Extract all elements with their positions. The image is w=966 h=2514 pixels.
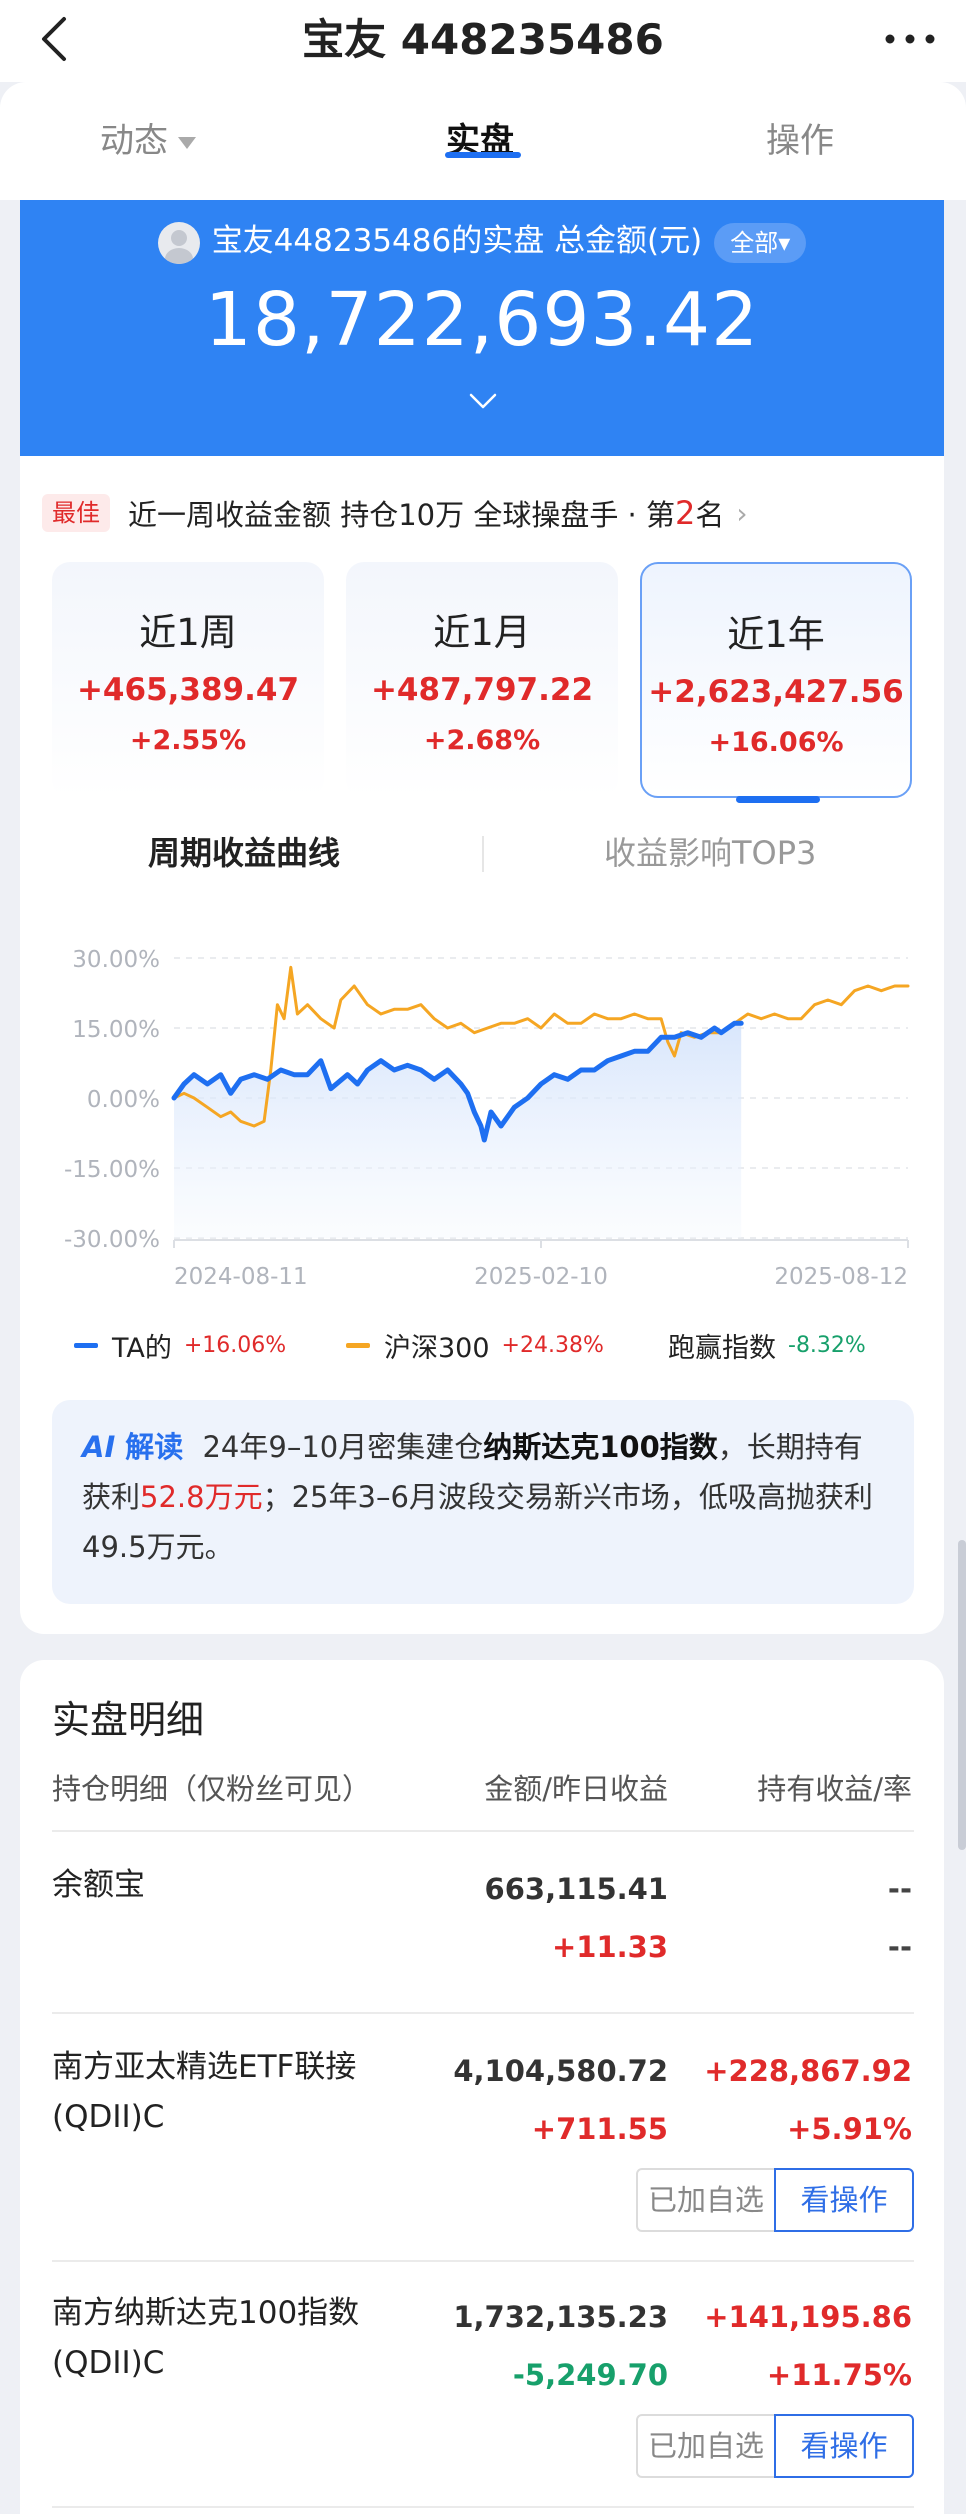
period-card-week[interactable]: 近1周 +465,389.47 +2.55% [52, 562, 324, 798]
ai-logo-icon: AI [82, 1430, 116, 1464]
header-holdings: 持仓明细（仅粉丝可见） [52, 1772, 372, 1806]
holding-name[interactable]: 余额宝 [52, 1860, 412, 1910]
more-dots-icon[interactable] [880, 24, 940, 54]
view-operations-button[interactable]: 看操作 [774, 2168, 914, 2232]
divider [52, 2506, 914, 2508]
period-label: 近1月 [433, 611, 531, 654]
divider [52, 1830, 914, 1832]
divider [482, 836, 484, 872]
period-label: 近1周 [139, 611, 237, 654]
holding-name[interactable]: 南方纳斯达克100指数(QDII)C [52, 2288, 412, 2388]
section-title: 实盘明细 [52, 1698, 205, 1742]
active-tab-indicator [445, 152, 521, 158]
ta-series-area [174, 1023, 742, 1238]
legend-item-outperform: 跑赢指数 -8.32% [668, 1333, 866, 1364]
holding-yesterday: +11.33 [551, 1930, 668, 1964]
period-amount: +2,623,427.56 [648, 674, 904, 710]
filter-dropdown[interactable]: 全部▾ [714, 222, 807, 263]
y-tick-label: -30.00% [64, 1227, 160, 1253]
tab-dynamics[interactable]: 动态 [100, 116, 196, 166]
caret-down-icon [178, 136, 196, 149]
x-tick-label: 2025-08-12 [774, 1264, 908, 1290]
tab-top3-impact[interactable]: 收益影响TOP3 [604, 828, 816, 878]
y-tick-label: 0.00% [87, 1087, 160, 1113]
holding-name[interactable]: 南方亚太精选ETF联接(QDII)C [52, 2042, 412, 2142]
legend-item-ta: TA的 +16.06% [74, 1326, 286, 1365]
period-percent: +16.06% [708, 727, 844, 758]
total-label: 总金额(元) [554, 223, 703, 259]
period-label: 近1年 [727, 613, 825, 656]
y-tick-label: -15.00% [64, 1157, 160, 1183]
holding-rate: +5.91% [787, 2112, 912, 2146]
main-tabs: 动态 实盘 操作 [0, 82, 966, 200]
period-amount: +487,797.22 [370, 672, 594, 708]
tab-operations[interactable]: 操作 [766, 116, 834, 166]
x-tick-label: 2025-02-10 [474, 1264, 608, 1290]
ranking-suffix: 名 [695, 498, 725, 532]
portfolio-summary-banner: 宝友448235486的实盘 总金额(元) 全部▾ 18,722,693.42 [20, 200, 944, 456]
x-tick-label: 2024-08-11 [174, 1264, 308, 1290]
ai-insight-box: AI 解读 24年9–10月密集建仓纳斯达克100指数，长期持有获利52.8万元；… [52, 1400, 914, 1604]
return-curve-chart: 30.00% 15.00% 0.00% -15.00% -30.00% 2024-08-1… [64, 947, 910, 1290]
holding-rate: +11.75% [766, 2358, 912, 2392]
y-tick-label: 15.00% [72, 1017, 160, 1043]
total-amount: 18,722,693.42 [204, 277, 760, 363]
holding-return: -- [887, 1872, 912, 1906]
period-percent: +2.68% [423, 725, 541, 756]
rank-number: 2 [675, 494, 696, 532]
divider [52, 2012, 914, 2014]
period-percent: +2.55% [129, 725, 247, 756]
header-amount: 金额/昨日收益 [484, 1772, 668, 1806]
holding-return: +141,195.86 [704, 2300, 912, 2334]
view-operations-button[interactable]: 看操作 [774, 2414, 914, 2478]
ranking-banner[interactable]: 最佳 近一周收益金额 持仓10万 全球操盘手 · 第 2 名 › [42, 488, 748, 538]
holding-amount: 4,104,580.72 [453, 2054, 668, 2088]
legend-line-icon [74, 1343, 98, 1348]
y-tick-label: 30.00% [72, 947, 160, 973]
performance-card: 最佳 近一周收益金额 持仓10万 全球操盘手 · 第 2 名 › 近1周 +46… [20, 456, 944, 1634]
holdings-detail-card: 实盘明细 持仓明细（仅粉丝可见） 金额/昨日收益 持有收益/率 余额宝 663,… [20, 1660, 944, 2514]
owner-label: 宝友448235486的实盘 [211, 223, 545, 259]
selected-period-indicator [736, 796, 820, 803]
scrollbar[interactable] [958, 1540, 966, 1850]
period-card-year[interactable]: 近1年 +2,623,427.56 +16.06% [640, 562, 912, 798]
holding-rate: -- [887, 1930, 912, 1964]
legend-item-hs300: 沪深300 +24.38% [346, 1326, 604, 1365]
period-amount: +465,389.47 [76, 672, 300, 708]
holding-yesterday: -5,249.70 [512, 2358, 668, 2392]
owner-line: 宝友448235486的实盘 总金额(元) 全部▾ [20, 216, 944, 266]
holding-return: +228,867.92 [704, 2054, 912, 2088]
tab-portfolio[interactable]: 实盘 [446, 116, 514, 166]
page-title: 宝友 448235486 [302, 15, 664, 64]
added-to-watchlist-button[interactable]: 已加自选 [636, 2168, 776, 2232]
tab-return-curve[interactable]: 周期收益曲线 [148, 828, 340, 878]
holding-yesterday: +711.55 [531, 2112, 668, 2146]
chevron-down-icon[interactable] [468, 390, 498, 414]
holding-amount: 1,732,135.23 [453, 2300, 668, 2334]
avatar [157, 221, 200, 264]
divider [52, 2260, 914, 2262]
period-card-month[interactable]: 近1月 +487,797.22 +2.68% [346, 562, 618, 798]
added-to-watchlist-button[interactable]: 已加自选 [636, 2414, 776, 2478]
best-badge: 最佳 [42, 494, 110, 532]
top-nav-bar: 宝友 448235486 [0, 0, 966, 82]
legend-line-icon [346, 1343, 370, 1348]
ranking-text: 近一周收益金额 持仓10万 全球操盘手 · 第 [128, 498, 675, 532]
holding-amount: 663,115.41 [484, 1872, 668, 1906]
header-hold-return: 持有收益/率 [757, 1772, 912, 1806]
chevron-right-icon: › [736, 496, 748, 530]
